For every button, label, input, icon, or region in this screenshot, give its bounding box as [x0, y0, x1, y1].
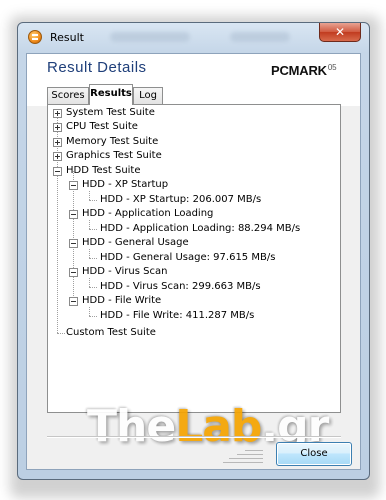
- tree-line: [73, 171, 74, 304]
- tree-line: [89, 200, 97, 201]
- tree-line: [89, 220, 90, 229]
- expand-icon[interactable]: [53, 123, 62, 132]
- tab-log[interactable]: Log: [133, 87, 163, 104]
- footer-divider: [47, 436, 341, 438]
- tab-results[interactable]: Results: [89, 84, 133, 105]
- tree-line: [89, 229, 97, 230]
- watermark-part1: The: [87, 401, 176, 452]
- close-button[interactable]: Close: [276, 442, 352, 466]
- collapse-icon[interactable]: [69, 239, 78, 248]
- dialog-client-area: Result Details PCMARK05 Scores Results L…: [26, 53, 361, 470]
- result-general-usage[interactable]: HDD - General Usage: 97.615 MB/s: [100, 252, 275, 264]
- thelab-watermark: TheLab.gr: [87, 401, 329, 452]
- collapse-icon[interactable]: [69, 268, 78, 277]
- result-virus-scan[interactable]: HDD - Virus Scan: 299.663 MB/s: [100, 281, 261, 293]
- tree-line: [89, 278, 90, 287]
- collapse-icon[interactable]: [69, 297, 78, 306]
- logo-version-text: 05: [327, 63, 337, 72]
- blurred-background-text: [110, 32, 190, 42]
- result-app-loading[interactable]: HDD - Application Loading: 88.294 MB/s: [100, 223, 300, 235]
- tree-line: [89, 258, 97, 259]
- tab-scores[interactable]: Scores: [47, 87, 89, 104]
- tree-item-graphics[interactable]: Graphics Test Suite: [66, 150, 162, 162]
- page-title: Result Details: [47, 59, 147, 76]
- tree-item-system[interactable]: System Test Suite: [66, 107, 155, 119]
- expand-icon[interactable]: [53, 138, 62, 147]
- expand-icon[interactable]: [53, 152, 62, 161]
- resize-grip-icon: [223, 448, 263, 468]
- expand-icon[interactable]: [53, 109, 62, 118]
- title-bar[interactable]: Result ✕: [18, 23, 369, 53]
- pcmark-app-icon: [28, 30, 42, 44]
- result-file-write[interactable]: HDD - File Write: 411.287 MB/s: [100, 310, 254, 322]
- tree-line: [57, 333, 65, 334]
- window-title: Result: [50, 31, 84, 44]
- result-xp-startup[interactable]: HDD - XP Startup: 206.007 MB/s: [100, 194, 261, 206]
- tree-line: [89, 191, 90, 200]
- collapse-icon[interactable]: [69, 181, 78, 190]
- tree-item-cpu[interactable]: CPU Test Suite: [66, 121, 138, 133]
- pcmark-logo: PCMARK05: [271, 63, 337, 78]
- blurred-background-text: [230, 32, 290, 42]
- tree-line: [89, 307, 90, 316]
- tree-item-custom[interactable]: Custom Test Suite: [66, 327, 156, 339]
- tree-item-hdd[interactable]: HDD Test Suite: [66, 165, 141, 177]
- collapse-icon[interactable]: [69, 210, 78, 219]
- tree-item-general-usage[interactable]: HDD - General Usage: [82, 237, 189, 249]
- tree-line: [89, 316, 97, 317]
- dialog-header: Result Details PCMARK05 Scores Results L…: [27, 54, 360, 106]
- results-tree: System Test Suite CPU Test Suite Memory …: [48, 105, 340, 412]
- tree-item-virus-scan[interactable]: HDD - Virus Scan: [82, 266, 167, 278]
- tree-item-xp-startup[interactable]: HDD - XP Startup: [82, 179, 168, 191]
- collapse-icon[interactable]: [53, 167, 62, 176]
- watermark-part2: Lab: [175, 401, 262, 452]
- tree-item-file-write[interactable]: HDD - File Write: [82, 295, 161, 307]
- logo-main-text: PCMARK: [271, 63, 327, 78]
- window-close-icon[interactable]: ✕: [319, 23, 361, 42]
- result-window: Result ✕ Result Details PCMARK05 Scores …: [17, 22, 370, 480]
- tree-line: [89, 249, 90, 258]
- results-panel: System Test Suite CPU Test Suite Memory …: [47, 104, 341, 413]
- tree-item-memory[interactable]: Memory Test Suite: [66, 136, 158, 148]
- tree-item-app-loading[interactable]: HDD - Application Loading: [82, 208, 213, 220]
- tree-line: [89, 287, 97, 288]
